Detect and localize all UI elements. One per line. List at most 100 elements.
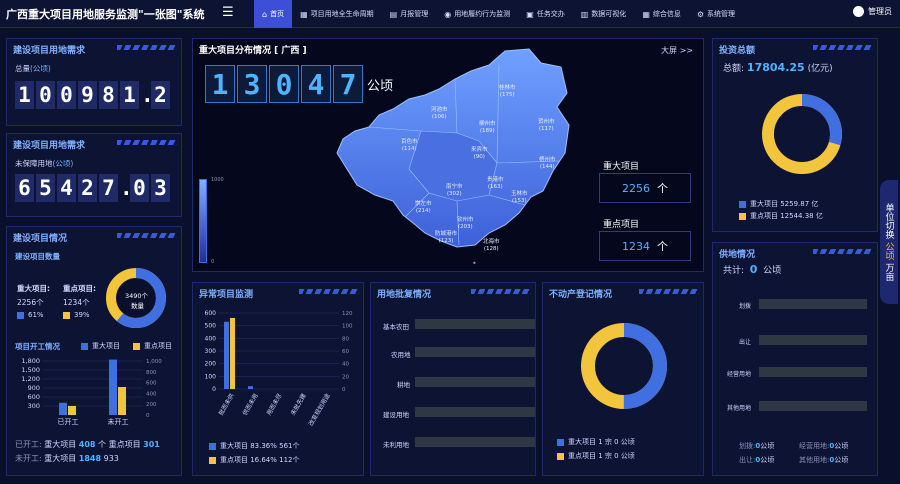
y2-tick-label: 60 [342, 349, 349, 355]
city-label[interactable]: 来宾市 (90) [471, 147, 488, 161]
user-menu[interactable]: 管理员 [853, 6, 892, 17]
city-label[interactable]: 梧州市 (144) [539, 157, 556, 171]
approval-bar [415, 319, 535, 329]
nav-monthly[interactable]: ▤ 月报管理 [382, 0, 437, 28]
title-decoration [117, 45, 177, 50]
nav-monitor[interactable]: ◉ 用地履约行为监测 [436, 0, 518, 28]
nav-dataviz[interactable]: ▥ 数据可视化 [573, 0, 635, 28]
y2-tick-label: 100 [342, 324, 353, 330]
info-icon: ▦ [642, 9, 650, 19]
city-label[interactable]: 北海市 (128) [483, 239, 500, 253]
card-title: 建设项目情况 [13, 234, 68, 244]
y2-tick-label: 120 [342, 311, 353, 317]
y-tick-label: 0 [212, 386, 216, 393]
city-label[interactable]: 玉林市 (153) [511, 191, 528, 205]
city-label[interactable]: 柳州市 (189) [479, 121, 496, 135]
y-tick-label: 400 [205, 335, 217, 342]
nav-home[interactable]: ⌂ 首页 [254, 0, 293, 28]
y-tick-label: 100 [205, 373, 217, 380]
y-tick-label: 300 [28, 402, 40, 410]
bar-重大项目-供而未用 [248, 386, 253, 389]
real-estate-donut [581, 323, 667, 409]
approval-bar [415, 407, 535, 417]
title-decoration [471, 289, 531, 294]
fullscreen-link[interactable]: 大屏 >> [661, 45, 693, 56]
bar-重大项目-未开工 [109, 359, 117, 415]
started-stat: 已开工: 重大项目 408 个 重点项目 301 [15, 440, 160, 449]
nav-info[interactable]: ▦ 综合信息 [634, 0, 689, 28]
map-scale-bar [199, 179, 207, 263]
city-label[interactable]: 贵港市 (163) [487, 177, 504, 191]
menu-icon[interactable]: ☰ [222, 5, 234, 20]
map-title: 重大项目分布情况 [ 广西 ] [199, 46, 307, 56]
y-tick-label: 1,200 [21, 375, 40, 383]
y2-tick-label: 80 [342, 336, 349, 342]
city-label[interactable]: 崇左市 (214) [415, 201, 432, 215]
land-supply-card: 供地情况 共计: 0 公顷 划拨 出让 经营用地 其他用地 划拨:0公顷 经营用… [712, 242, 878, 476]
y2-tick-label: 200 [146, 402, 157, 408]
card-title: 用地批复情况 [377, 290, 432, 300]
approval-bar [415, 347, 535, 357]
chart-icon: ▥ [580, 9, 589, 19]
title-decoration [813, 249, 873, 254]
unit-option-mu[interactable]: 万亩 [883, 263, 896, 281]
grid-icon: ▦ [300, 9, 308, 19]
main-nav: ⌂ 首页 ▦ 项目用地全生命周期 ▤ 月报管理 ◉ 用地履约行为监测 ▣ 任务交办 ▥ 数据… [254, 0, 743, 28]
city-label[interactable]: 防城港市 (123) [435, 231, 457, 245]
card-title: 供地情况 [719, 250, 756, 260]
city-label[interactable]: 钦州市 (203) [457, 217, 474, 231]
bar-重点项目-已开工 [68, 405, 76, 415]
projects-card: 建设项目情况 建设项目数量 重大项目: 重点项目: 2256个 1234个 61… [6, 226, 182, 476]
avatar-icon [853, 6, 864, 17]
abnormal-projects-card: 异常项目监测 0 100 200 300 400 500 600 0 20 40 60 80 100 12… [192, 282, 364, 476]
x-tick-label: 已开工 [58, 418, 79, 426]
bar-重点项目-未开工 [118, 387, 126, 415]
gear-icon: ⚙ [696, 9, 705, 19]
abnormal-chart: 0 100 200 300 400 500 600 0 20 40 60 80 100 120 批而未供 供而… [205, 310, 353, 427]
city-label[interactable]: 河池市 (106) [431, 107, 448, 121]
project-start-chart: 3006009001,2001,5001,80002004006008001,0… [21, 357, 162, 426]
investment-card: 投资总额 总额: 17804.25 (亿元) 重大项目 5259.87 亿 重点… [712, 38, 878, 232]
city-label[interactable]: 贺州市 (117) [538, 119, 555, 133]
nav-system[interactable]: ⚙ 系统管理 [689, 0, 743, 28]
y2-tick-label: 0 [342, 387, 346, 393]
title-decoration [639, 289, 699, 294]
y-tick-label: 600 [28, 393, 40, 401]
supply-bar [759, 401, 867, 411]
y2-tick-label: 1,000 [146, 359, 162, 365]
card-title: 不动产登记情况 [549, 290, 613, 300]
bar-重大项目-批而未供 [224, 321, 229, 389]
card-title: 投资总额 [719, 46, 756, 56]
nav-task[interactable]: ▣ 任务交办 [518, 0, 573, 28]
city-label[interactable]: 百色市 (114) [401, 139, 418, 153]
unstarted-stat: 未开工: 重大项目 1848 933 [15, 454, 119, 463]
real-estate-card: 不动产登记情况 重大项目 1 宗 0 公顷 重点项目 1 宗 0 公顷 [542, 282, 704, 476]
start-subtitle: 项目开工情况 [15, 342, 60, 351]
x-tick-label: 用而未尽 [265, 392, 284, 417]
map-pager-dot[interactable]: • [472, 259, 477, 268]
y-tick-label: 600 [205, 310, 217, 317]
unit-switch-tab[interactable]: 单位切换 公顷 万亩 [880, 180, 898, 304]
investment-donut [762, 94, 842, 174]
target-icon: ◉ [444, 9, 452, 19]
x-tick-label: 供而未用 [241, 392, 260, 417]
title-decoration [117, 233, 177, 238]
y-tick-label: 1,500 [21, 366, 40, 374]
nav-lifecycle[interactable]: ▦ 项目用地全生命周期 [292, 0, 382, 28]
count-subtitle: 建设项目数量 [15, 252, 60, 261]
city-label[interactable]: 桂林市 (175) [499, 85, 516, 99]
city-label[interactable]: 南宁市 (302) [446, 184, 463, 198]
map-card: 重大项目分布情况 [ 广西 ] 大屏 >> 13047 公顷 1000 0 桂林… [192, 38, 704, 272]
land-demand-total-card: 建设项目用地需求 总量(公顷) 100981.2 [6, 38, 182, 126]
y-tick-label: 200 [205, 361, 217, 368]
unit-option-hectare[interactable]: 公顷 [883, 242, 896, 260]
title-decoration [813, 45, 873, 50]
bar-重点项目-批而未供 [230, 317, 235, 389]
demand-unsecured-digits: 65427.03 [15, 174, 172, 202]
title-decoration [299, 289, 359, 294]
supply-bar [759, 299, 867, 309]
key-count-box: 1234 个 [599, 231, 691, 261]
y2-tick-label: 40 [342, 362, 349, 368]
card-title: 建设项目用地需求 [13, 141, 86, 151]
demand-total-digits: 100981.2 [15, 81, 172, 109]
